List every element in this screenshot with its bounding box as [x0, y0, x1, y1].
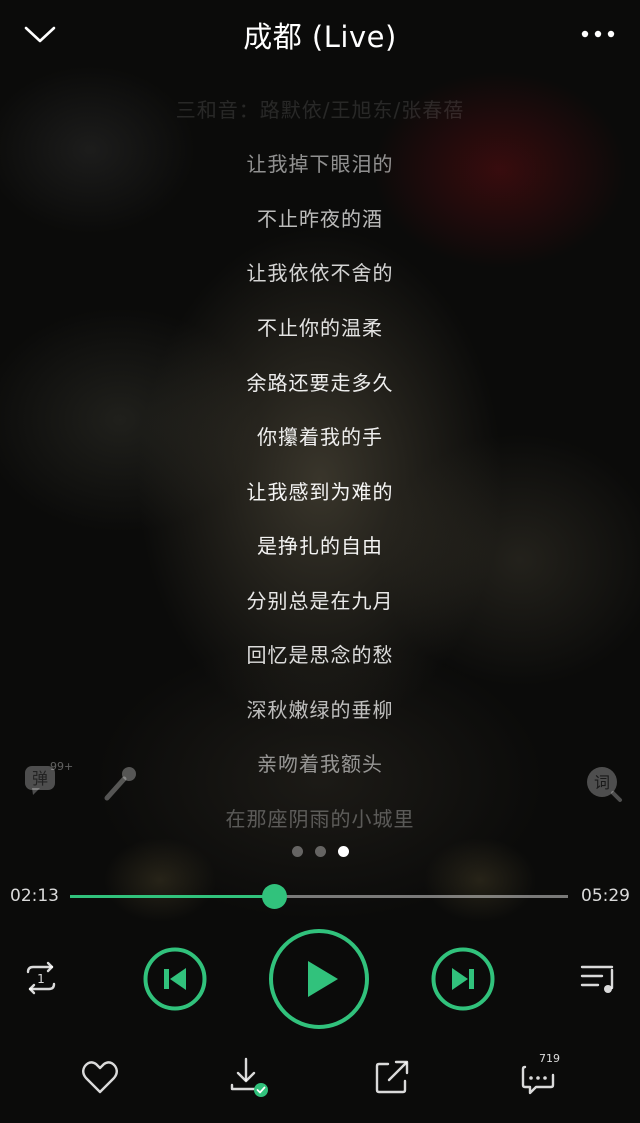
loop-mode-button[interactable]: 1 [18, 958, 64, 998]
svg-text:1: 1 [37, 972, 45, 986]
current-time: 02:13 [10, 886, 59, 906]
lyric-line: 分别总是在九月 [246, 589, 394, 613]
lyric-line: 让我依依不舍的 [246, 261, 394, 285]
heart-icon [82, 1061, 118, 1094]
page-dot[interactable] [314, 846, 326, 857]
playlist-button[interactable] [578, 958, 620, 998]
next-icon [431, 947, 495, 1011]
more-button[interactable] [578, 22, 618, 46]
lyrics-panel[interactable]: 三和音：路默依/王旭东/张春蓓 让我掉下眼泪的 不止昨夜的酒 让我依依不舍的 不止你的温… [0, 80, 640, 880]
previous-button[interactable] [143, 947, 207, 1011]
playlist-icon [580, 965, 614, 993]
comment-count: 719 [539, 1052, 560, 1065]
page-dot[interactable] [291, 846, 303, 857]
danmu-label: 弹 [32, 769, 48, 788]
play-icon [269, 929, 369, 1029]
microphone-icon [104, 767, 136, 801]
lyric-mode-button[interactable]: 词 [582, 762, 624, 804]
player-header: 成都 (Live) [0, 0, 640, 70]
lyric-line: 不止昨夜的酒 [257, 207, 383, 231]
lyric-line: 你攥着我的手 [257, 425, 383, 449]
lyric-line: 余路还要走多久 [246, 371, 394, 395]
lyric-line: 让我掉下眼泪的 [246, 152, 394, 176]
lyric-line: 不止你的温柔 [257, 316, 383, 340]
lyric-line: 是挣扎的自由 [257, 534, 383, 558]
lyric-line: 深秋嫩绿的垂柳 [246, 698, 394, 722]
song-title: 成都 (Live) [243, 20, 397, 54]
total-time: 05:29 [581, 886, 630, 906]
share-button[interactable] [370, 1055, 414, 1099]
lyric-line: 回忆是思念的愁 [246, 643, 394, 667]
karaoke-button[interactable] [100, 762, 142, 804]
lyric-line: 让我感到为难的 [246, 480, 394, 504]
lyric-line: 三和音：路默依/王旭东/张春蓓 [175, 98, 465, 122]
page-dot[interactable] [337, 846, 349, 857]
play-button[interactable] [268, 928, 370, 1030]
download-icon [230, 1057, 268, 1097]
lyric-icon: 词 [587, 767, 622, 802]
share-icon [375, 1060, 409, 1094]
previous-icon [143, 947, 207, 1011]
more-icon [581, 30, 615, 38]
danmu-count-badge: 99+ [50, 760, 74, 773]
repeat-one-icon: 1 [26, 961, 56, 995]
like-button[interactable] [78, 1055, 122, 1099]
lyric-mode-label: 词 [594, 773, 610, 792]
page-indicator [0, 846, 640, 857]
progress-bar[interactable] [70, 884, 568, 909]
lyric-line: 亲吻着我额头 [257, 752, 383, 776]
next-button[interactable] [431, 947, 495, 1011]
download-button[interactable] [226, 1055, 270, 1099]
lyric-line: 在那座阴雨的小城里 [225, 807, 415, 831]
progress-fill [70, 895, 274, 898]
progress-knob[interactable] [262, 884, 287, 909]
